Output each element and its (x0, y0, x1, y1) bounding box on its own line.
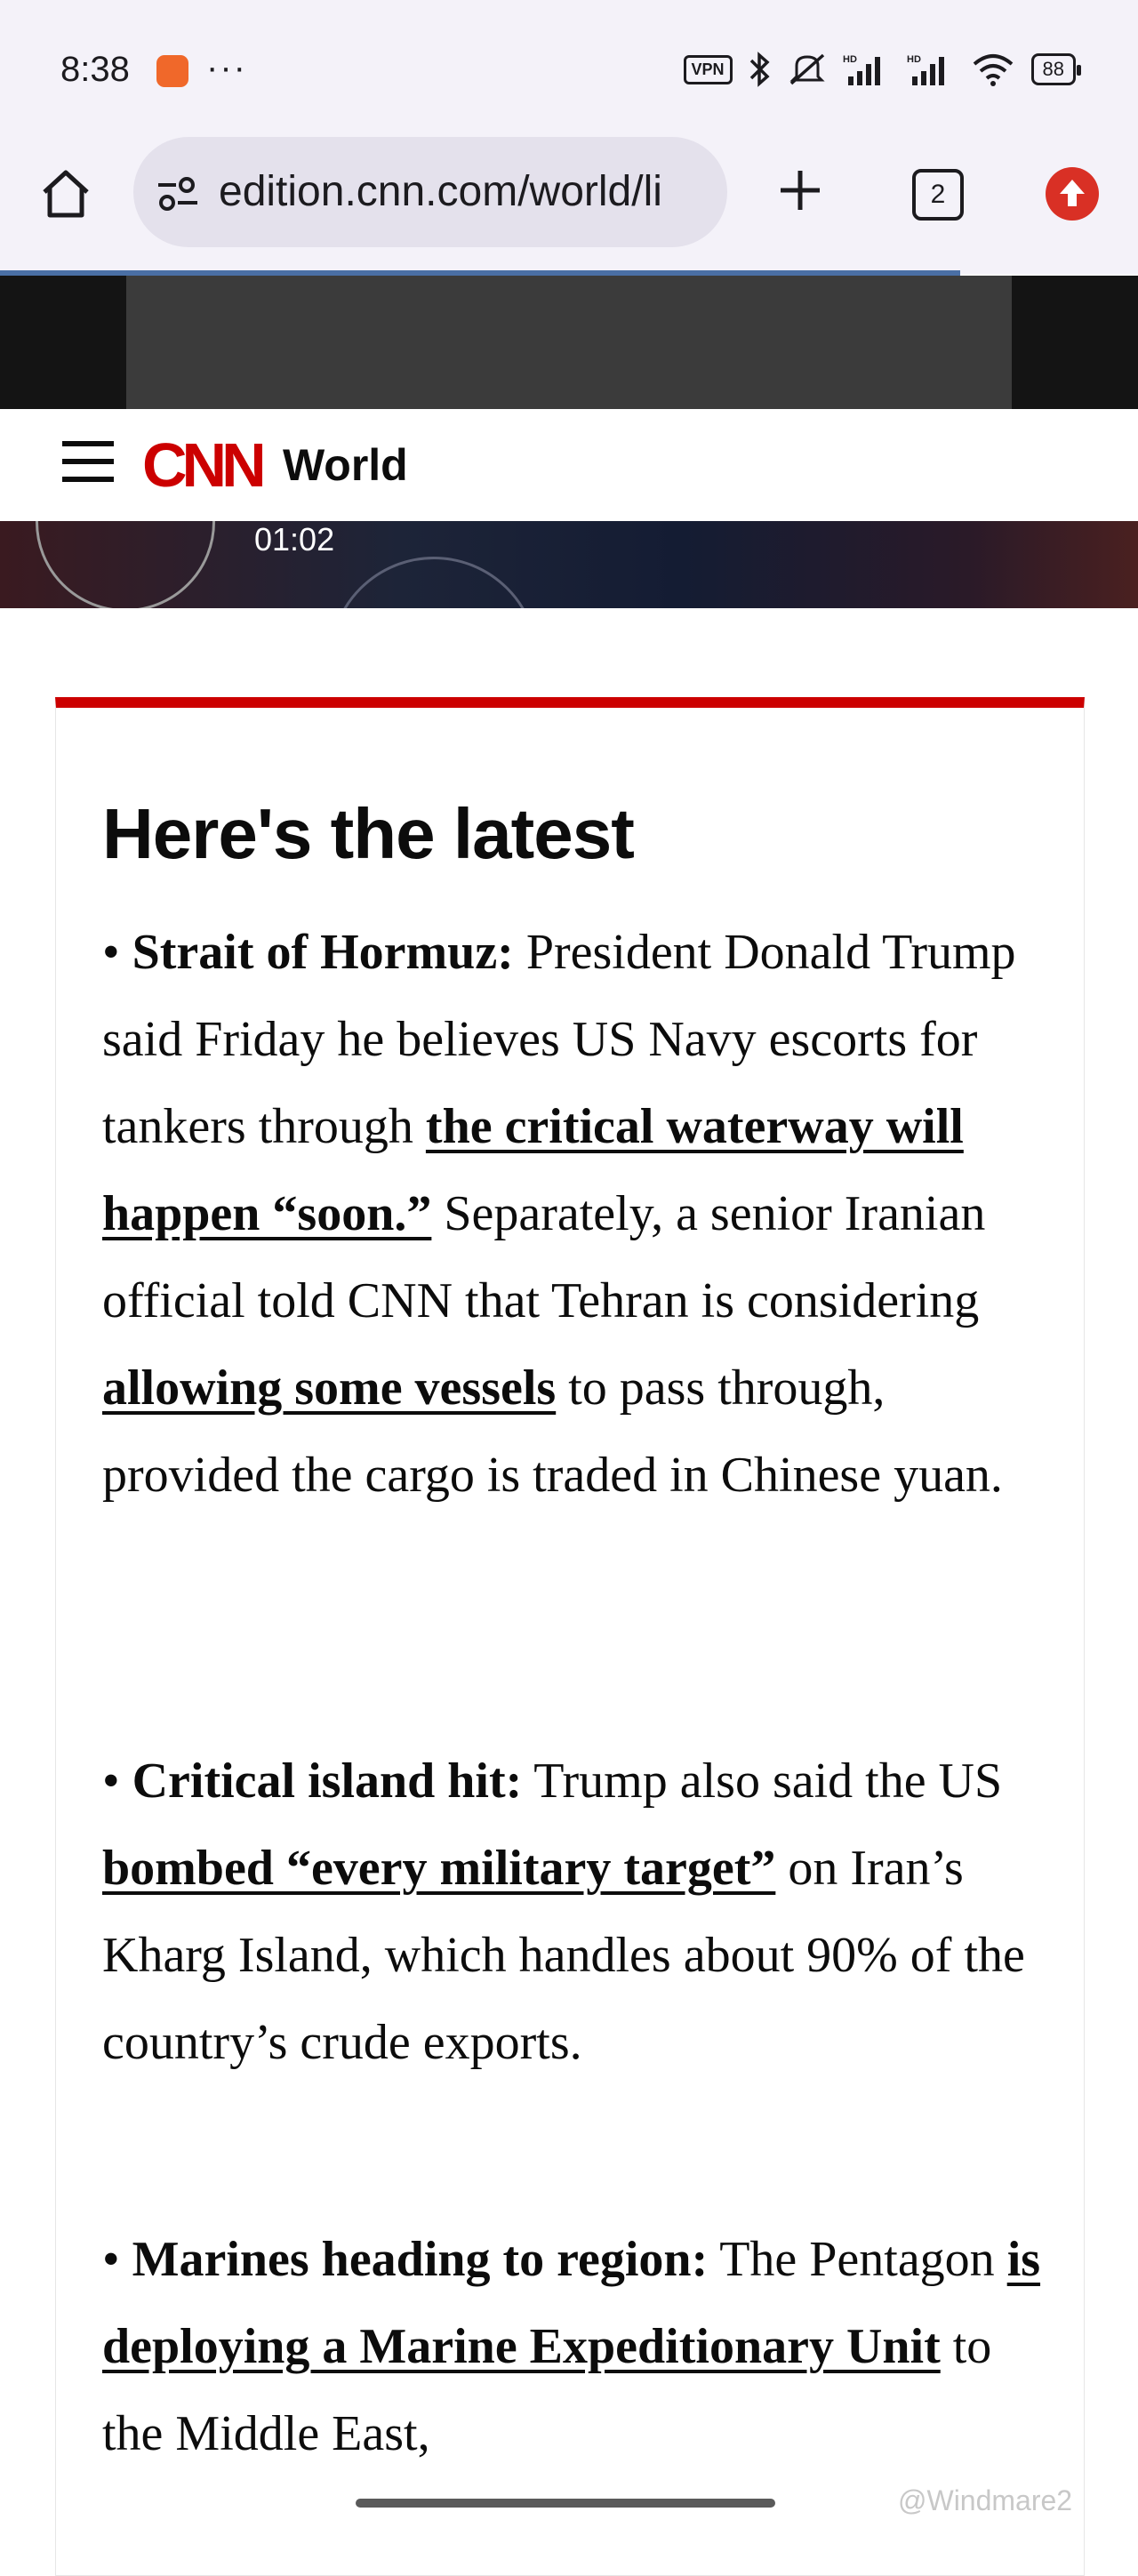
more-notifications-icon: ··· (206, 48, 247, 87)
latest-card: Here's the latest • Strait of Hormuz: Pr… (55, 697, 1085, 2576)
wifi-icon (973, 54, 1013, 86)
watermark: @Windmare2 (898, 2484, 1073, 2516)
battery-icon: 88 (1030, 53, 1082, 85)
site-settings-icon[interactable] (156, 176, 199, 212)
latest-title: Here's the latest (102, 794, 635, 873)
signal-icon-sim1: HD (843, 54, 880, 85)
bluetooth-icon (749, 52, 770, 87)
ad-placeholder (126, 276, 1012, 409)
browser-toolbar: edition.cnn.com/world/li 2 (0, 133, 1138, 274)
gesture-bar[interactable] (356, 2499, 775, 2508)
svg-text:HD: HD (843, 54, 857, 65)
ad-banner (0, 276, 1138, 409)
latest-item: • Strait of Hormuz: President Donald Tru… (102, 909, 1054, 1519)
video-player[interactable]: 01:02 (0, 521, 1138, 608)
tab-switcher-button[interactable]: 2 (912, 169, 964, 221)
site-header: CNN World (0, 409, 1138, 522)
status-time: 8:38 (60, 50, 130, 89)
status-icons: VPN HD HD 88 (683, 52, 1082, 87)
latest-item: • Critical island hit: Trump also said t… (102, 1737, 1054, 2086)
signal-icon-sim2: HD (907, 54, 944, 85)
bullet: • (102, 1753, 132, 1809)
app-notification-icon (156, 55, 188, 87)
address-bar[interactable]: edition.cnn.com/world/li (133, 137, 727, 247)
item-text: Trump also said the US (522, 1753, 1003, 1809)
item-heading: Strait of Hormuz: (132, 925, 514, 980)
item-link[interactable]: bombed “every military target” (102, 1841, 775, 1896)
menu-icon[interactable] (62, 441, 114, 484)
arrow-up-icon (1060, 180, 1085, 206)
item-heading: Marines heading to region: (132, 2232, 709, 2287)
cnn-logo[interactable]: CNN (142, 429, 272, 502)
video-duration: 01:02 (254, 521, 335, 558)
update-button[interactable] (1046, 167, 1099, 221)
mute-icon (789, 53, 825, 85)
bullet: • (102, 925, 132, 980)
home-icon[interactable] (37, 165, 94, 222)
video-thumbnail-seal (329, 557, 539, 608)
item-link[interactable]: allowing some vessels (102, 1360, 556, 1416)
status-bar: 8:38 ··· VPN HD HD 88 (0, 0, 1138, 133)
item-heading: Critical island hit: (132, 1753, 523, 1809)
item-text: The Pentagon (708, 2232, 1007, 2287)
svg-text:HD: HD (907, 54, 921, 65)
play-button[interactable] (36, 521, 215, 608)
section-title[interactable]: World (283, 439, 408, 491)
bullet: • (102, 2232, 132, 2287)
new-tab-icon[interactable] (773, 164, 827, 217)
vpn-icon: VPN (683, 54, 733, 84)
latest-item: • Marines heading to region: The Pentago… (102, 2216, 1054, 2477)
url-text[interactable]: edition.cnn.com/world/li (219, 167, 662, 216)
